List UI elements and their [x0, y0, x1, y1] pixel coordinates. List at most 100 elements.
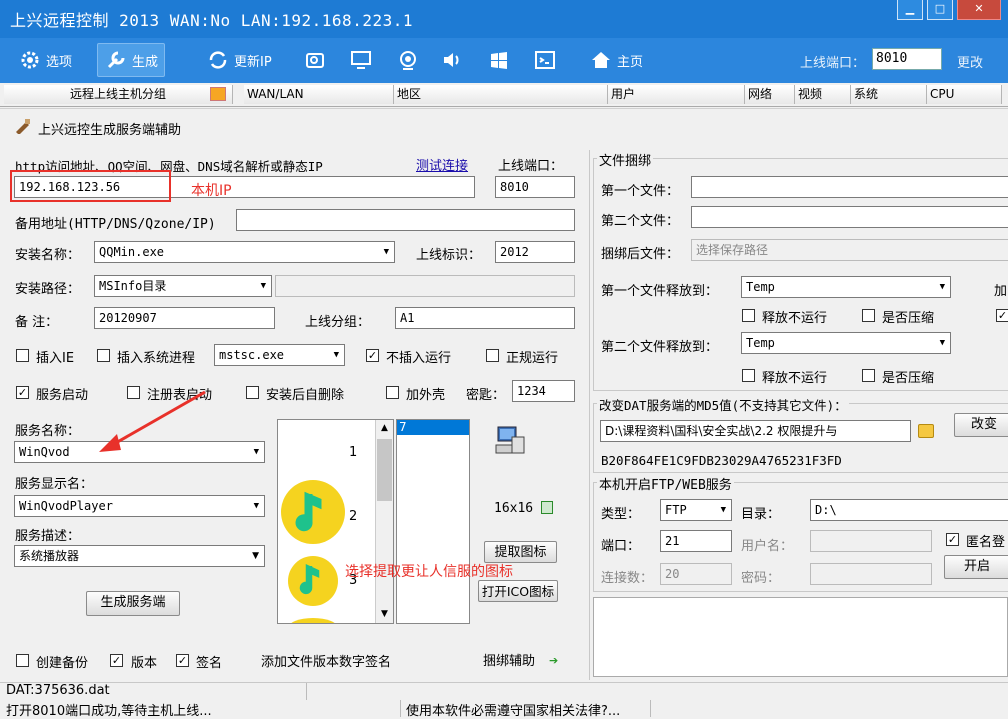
normal-run-checkbox[interactable]: [486, 349, 499, 362]
annotation-choose-icon: 选择提取更让人信服的图标: [345, 564, 513, 580]
list-item[interactable]: 7: [397, 420, 469, 435]
bind-add-label: 加: [994, 284, 1008, 299]
bind-helper-link[interactable]: 捆绑辅助: [483, 650, 535, 669]
toolbar-screen-button[interactable]: [343, 43, 379, 77]
port-field[interactable]: 8010: [495, 176, 575, 198]
column-system[interactable]: 系统: [851, 85, 927, 104]
close-button[interactable]: ✕: [957, 0, 1001, 20]
online-id-label: 上线标识：: [416, 248, 482, 263]
sign-checkbox[interactable]: ✓: [176, 654, 189, 667]
ftp-type-label: 类型：: [601, 507, 641, 522]
change-md5-button[interactable]: 改变: [954, 413, 1008, 437]
folder-icon[interactable]: [918, 424, 934, 438]
online-id-input[interactable]: 2012: [495, 241, 575, 263]
toolbar-options-button[interactable]: 选项: [12, 43, 78, 77]
release-second-select[interactable]: Temp ▼: [741, 332, 951, 354]
ftp-conn-input: 20: [660, 563, 732, 585]
no-insert-run-checkbox[interactable]: ✓: [366, 349, 379, 362]
qqmusic-icon[interactable]: [281, 480, 345, 544]
release-second-norun-checkbox[interactable]: [742, 369, 755, 382]
service-display-value: WinQvodPlayer: [19, 499, 113, 513]
install-path-value: MSInfo目录: [99, 279, 167, 293]
extract-icon-button[interactable]: 提取图标: [484, 541, 557, 563]
md5-path-input[interactable]: D:\课程资料\国科\安全实战\2.2 权限提升与: [600, 420, 911, 442]
group-settings-icon[interactable]: [210, 87, 226, 101]
release-second-compress-checkbox[interactable]: [862, 369, 875, 382]
scroll-down-icon[interactable]: ▼: [376, 606, 393, 623]
service-display-select[interactable]: WinQvodPlayer ▼: [14, 495, 265, 517]
anonymous-checkbox[interactable]: ✓: [946, 533, 959, 546]
add-shell-checkbox[interactable]: [386, 386, 399, 399]
save-icon[interactable]: [541, 501, 553, 514]
insert-ie-label: 插入IE: [36, 351, 75, 366]
qqmusic-icon[interactable]: [288, 618, 338, 623]
chevron-down-icon: ▼: [260, 281, 266, 291]
scrollbar-thumb[interactable]: [377, 439, 392, 501]
annotation-box: [10, 170, 171, 202]
toolbar-terminal-button[interactable]: [527, 43, 563, 77]
insert-process-checkbox[interactable]: [97, 349, 110, 362]
toolbar-windows-button[interactable]: [481, 43, 517, 77]
test-connection-link[interactable]: 测试连接: [416, 155, 468, 174]
home-icon: [589, 48, 613, 72]
process-select[interactable]: mstsc.exe ▼: [214, 344, 345, 366]
ftp-dir-input[interactable]: D:\: [810, 499, 1008, 521]
host-group-header[interactable]: 远程上线主机分组: [4, 85, 233, 104]
icon-list[interactable]: 1 2 3 ▲ ▼: [277, 419, 394, 624]
toolbar-generate-button[interactable]: 生成: [97, 43, 166, 77]
start-ftp-button[interactable]: 开启: [944, 555, 1008, 579]
service-desc-select[interactable]: 系统播放器 ▼: [14, 545, 265, 567]
toolbar-file-manager-button[interactable]: [297, 43, 333, 77]
icon-index-list[interactable]: 7: [396, 419, 470, 624]
install-name-select[interactable]: QQMin.exe ▼: [94, 241, 395, 263]
ftp-log-area[interactable]: [593, 597, 1008, 677]
toolbar-update-ip-button[interactable]: 更新IP: [200, 43, 278, 77]
second-file-input[interactable]: [691, 206, 1008, 228]
note-label: 备 注：: [15, 315, 59, 330]
toolbar-home-button[interactable]: 主页: [583, 43, 649, 77]
version-checkbox[interactable]: ✓: [110, 654, 123, 667]
first-file-input[interactable]: [691, 176, 1008, 198]
online-group-input[interactable]: A1: [395, 307, 575, 329]
column-region[interactable]: 地区: [394, 85, 608, 104]
column-cpu[interactable]: CPU: [927, 85, 1002, 104]
create-backup-checkbox[interactable]: [16, 654, 29, 667]
install-path-select[interactable]: MSInfo目录 ▼: [94, 275, 272, 297]
scroll-up-icon[interactable]: ▲: [376, 420, 393, 437]
maximize-button[interactable]: □: [927, 0, 953, 20]
qqmusic-icon[interactable]: [288, 556, 338, 606]
computer-icon: [492, 423, 528, 459]
release-first-compress-checkbox[interactable]: [862, 309, 875, 322]
generate-server-button[interactable]: 生成服务端: [86, 591, 180, 616]
release-first-select[interactable]: Temp ▼: [741, 276, 951, 298]
note-input[interactable]: 20120907: [94, 307, 275, 329]
online-port-input[interactable]: 8010: [872, 48, 942, 70]
annotation-arrow: [99, 390, 206, 452]
key-input[interactable]: 1234: [512, 380, 575, 402]
icon-list-scrollbar[interactable]: ▲ ▼: [375, 420, 393, 623]
open-ico-button[interactable]: 打开ICO图标: [478, 580, 558, 602]
column-user[interactable]: 用户: [608, 85, 745, 104]
insert-ie-checkbox[interactable]: [16, 349, 29, 362]
ftp-type-select[interactable]: FTP ▼: [660, 499, 732, 521]
release-first-norun-checkbox[interactable]: [742, 309, 755, 322]
change-port-button[interactable]: 更改: [957, 52, 983, 71]
column-video[interactable]: 视频: [795, 85, 851, 104]
self-delete-checkbox[interactable]: [246, 386, 259, 399]
release-second-label: 第二个文件释放到：: [601, 340, 719, 355]
minimize-button[interactable]: ▁: [897, 0, 923, 20]
toolbar-audio-button[interactable]: [434, 43, 470, 77]
bind-extra-checkbox[interactable]: ✓: [996, 309, 1008, 322]
compress-label: 是否压缩: [882, 371, 935, 386]
toolbar-webcam-button[interactable]: [390, 43, 426, 77]
column-network[interactable]: 网络: [745, 85, 795, 104]
column-wan-lan[interactable]: WAN/LAN: [244, 85, 394, 104]
backup-address-input[interactable]: [236, 209, 575, 231]
release-second-value: Temp: [746, 336, 775, 350]
gear-icon: [18, 48, 42, 72]
arrow-right-icon[interactable]: ➔: [549, 654, 558, 667]
windows-icon: [487, 48, 511, 72]
bound-file-input[interactable]: 选择保存路径: [691, 239, 1008, 261]
ftp-port-input[interactable]: 21: [660, 530, 732, 552]
service-start-checkbox[interactable]: ✓: [16, 386, 29, 399]
